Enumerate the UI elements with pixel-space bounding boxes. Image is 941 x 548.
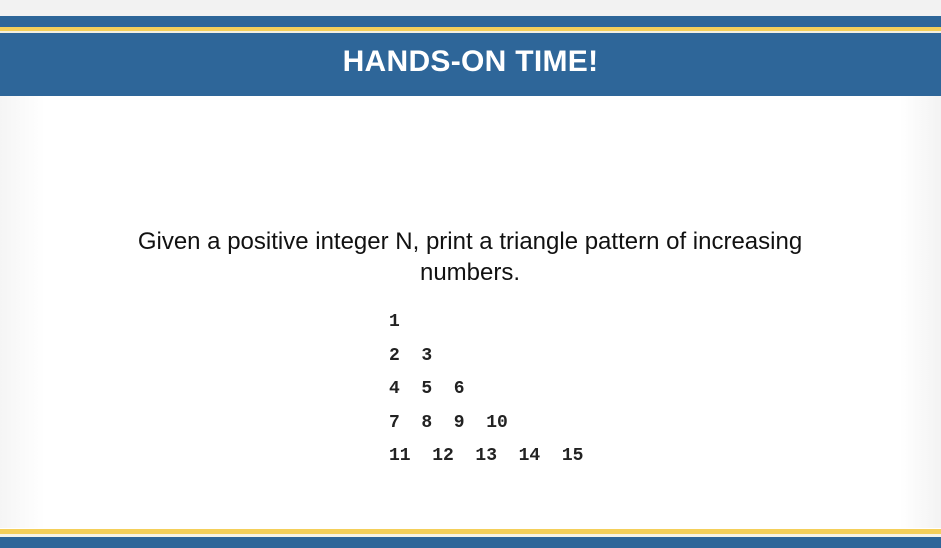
pattern-row: 4 5 6 xyxy=(389,379,465,399)
footer-band xyxy=(0,537,941,548)
header-white-stripe xyxy=(0,31,941,33)
pattern-row: 1 xyxy=(389,312,400,332)
pattern-row: 2 3 xyxy=(389,345,433,366)
problem-statement: Given a positive integer N, print a tria… xyxy=(137,228,803,286)
top-margin-strip xyxy=(0,0,941,16)
pattern-row: 7 8 9 10 xyxy=(389,412,508,433)
number-triangle-pattern: 1 2 3 4 5 6 7 8 9 10 11 12 13 14 15 xyxy=(389,308,583,476)
slide-title: HANDS-ON TIME! xyxy=(342,45,599,78)
pattern-row: 11 12 13 14 15 xyxy=(389,446,584,466)
